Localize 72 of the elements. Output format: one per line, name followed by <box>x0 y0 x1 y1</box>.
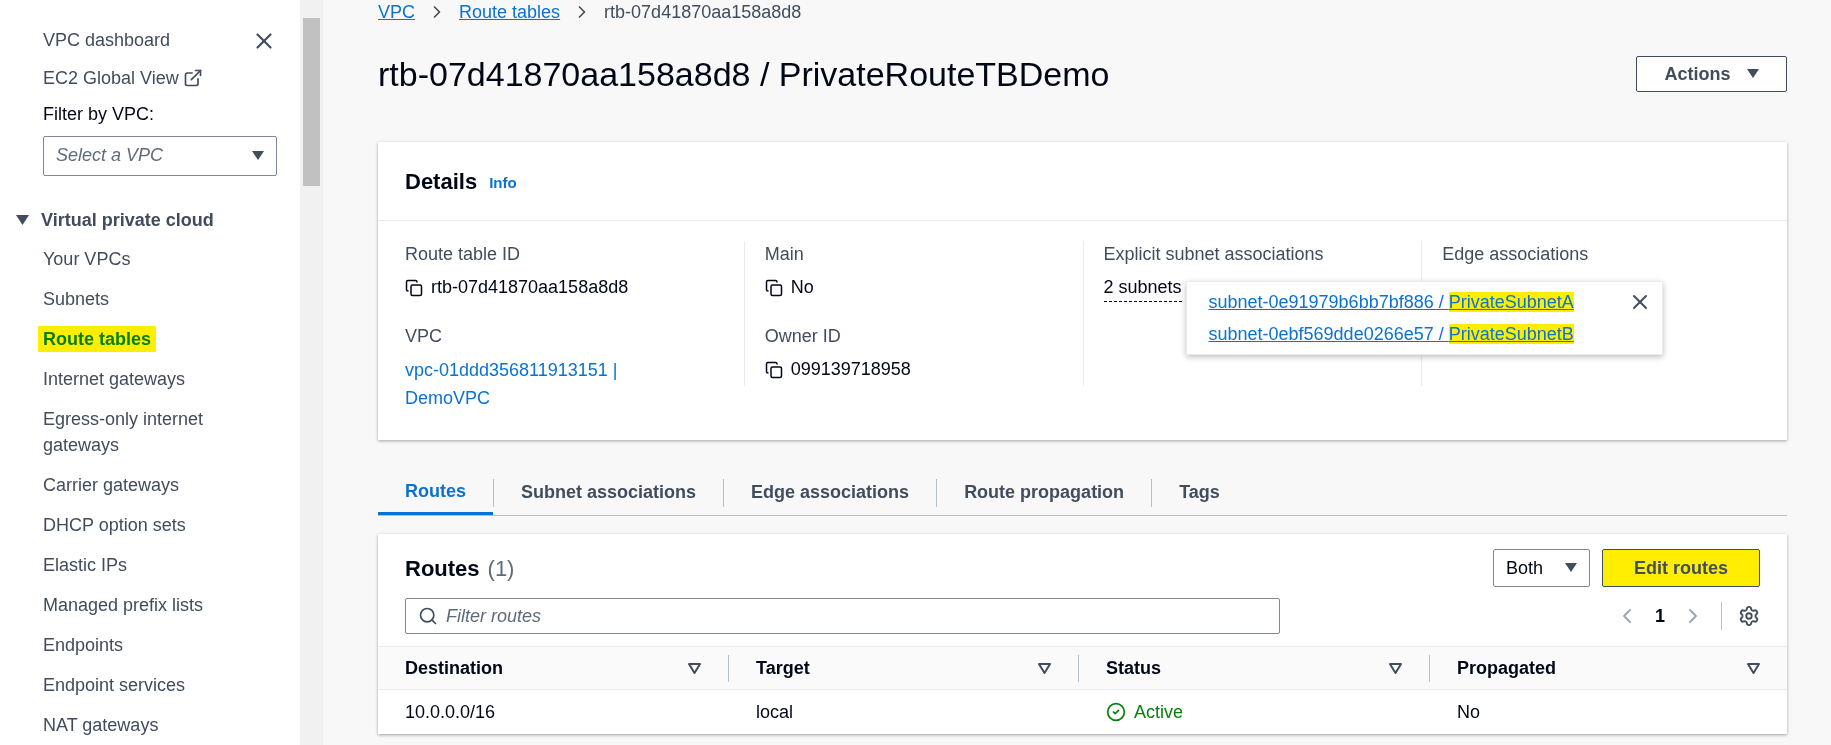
info-link[interactable]: Info <box>489 171 517 195</box>
nav-link[interactable]: EC2 Global View <box>43 64 179 92</box>
vpc-select[interactable]: Select a VPC <box>43 136 277 176</box>
nav-link[interactable]: Endpoints <box>43 632 277 658</box>
actions-button[interactable]: Actions <box>1636 56 1787 92</box>
nav-link[interactable]: Carrier gateways <box>43 472 277 498</box>
card-title: Routes <box>405 554 480 583</box>
field-label: VPC <box>405 325 443 348</box>
copy-icon[interactable] <box>764 278 783 297</box>
field-label: Owner ID <box>764 325 842 348</box>
success-icon <box>1106 702 1126 722</box>
table-cell-text: local <box>755 700 795 724</box>
nav-link[interactable]: Subnets <box>43 286 277 312</box>
page-number[interactable]: 1 <box>1655 602 1665 630</box>
column-header: Status <box>1106 657 1161 680</box>
tab[interactable]: Routes <box>378 470 493 515</box>
table-cell-text: No <box>1456 700 1481 724</box>
nav-link[interactable]: VPC dashboard <box>43 27 171 55</box>
sort-icon[interactable] <box>688 663 701 674</box>
scrollbar[interactable] <box>300 0 323 745</box>
field-label: Edge associations <box>1442 243 1590 266</box>
caret-icon <box>1565 563 1577 573</box>
field-label: Main <box>764 243 805 266</box>
nav-link[interactable]: Elastic IPs <box>43 552 277 578</box>
vpc-link[interactable]: vpc-01ddd356811913151 | DemoVPC <box>405 356 645 412</box>
route-count: (1) <box>487 554 515 583</box>
caret-icon <box>252 150 264 161</box>
field-label: Route table ID <box>405 243 522 266</box>
external-link-icon <box>182 68 203 89</box>
breadcrumb-link[interactable]: VPC <box>378 0 415 26</box>
settings-icon[interactable] <box>1738 605 1760 627</box>
nav-link[interactable]: DHCP option sets <box>43 512 277 538</box>
page-title: rtb-07d41870aa158a8d8 / PrivateRouteTBDemo <box>378 53 1110 95</box>
field-value: No <box>790 276 814 299</box>
expand-icon[interactable] <box>16 214 29 226</box>
nav-link[interactable]: Managed prefix lists <box>43 592 277 618</box>
sort-icon[interactable] <box>1747 663 1760 674</box>
filter-field[interactable]: Filter routes <box>405 598 1280 634</box>
tab[interactable]: Subnet associations <box>494 470 724 515</box>
nav-link[interactable]: Your VPCs <box>43 246 277 272</box>
tab[interactable]: Edge associations <box>724 470 937 515</box>
card-title: Details <box>405 167 478 196</box>
filter-label: Filter by VPC: <box>43 103 156 126</box>
breadcrumb-link[interactable]: Route tables <box>459 0 561 26</box>
nav-link[interactable]: NAT gateways <box>43 712 277 738</box>
table-cell-text: 10.0.0.0/16 <box>404 700 497 724</box>
caret-icon <box>1746 69 1759 79</box>
tab[interactable]: Tags <box>1152 470 1247 515</box>
column-header: Propagated <box>1457 657 1557 680</box>
search-icon <box>418 606 438 626</box>
tab[interactable]: Route propagation <box>937 470 1152 515</box>
breadcrumb-current: rtb-07d41870aa158a8d8 <box>604 0 802 24</box>
nav-link[interactable]: Egress-only internet gateways <box>43 406 277 458</box>
nav-link[interactable]: Internet gateways <box>43 366 277 392</box>
copy-icon[interactable] <box>405 278 423 297</box>
subnets-link[interactable]: 2 subnets <box>1103 274 1182 302</box>
route-type-select[interactable]: Both <box>1493 549 1590 587</box>
field-value: rtb-07d41870aa158a8d8 <box>431 276 629 299</box>
field-label: Explicit subnet associations <box>1103 243 1325 266</box>
nav-link[interactable]: Endpoint services <box>43 672 277 698</box>
status-text: Active <box>1134 700 1184 724</box>
section-title: Virtual private cloud <box>41 208 214 232</box>
field-value: 099139718958 <box>790 358 911 381</box>
subnet-link[interactable]: subnet-0e91979b6bb7bf886 / PrivateSubnetA <box>1208 288 1574 316</box>
copy-icon[interactable] <box>764 360 783 379</box>
sort-icon[interactable] <box>1038 663 1051 674</box>
column-header: Target <box>756 657 810 680</box>
edit-routes-button[interactable]: Edit routes <box>1602 549 1760 587</box>
sort-icon[interactable] <box>1389 663 1402 674</box>
subnet-link[interactable]: subnet-0ebf569dde0266e57 / PrivateSubnetB <box>1208 320 1574 348</box>
nav-link[interactable]: Route tables <box>38 326 157 352</box>
column-header: Destination <box>405 657 503 680</box>
